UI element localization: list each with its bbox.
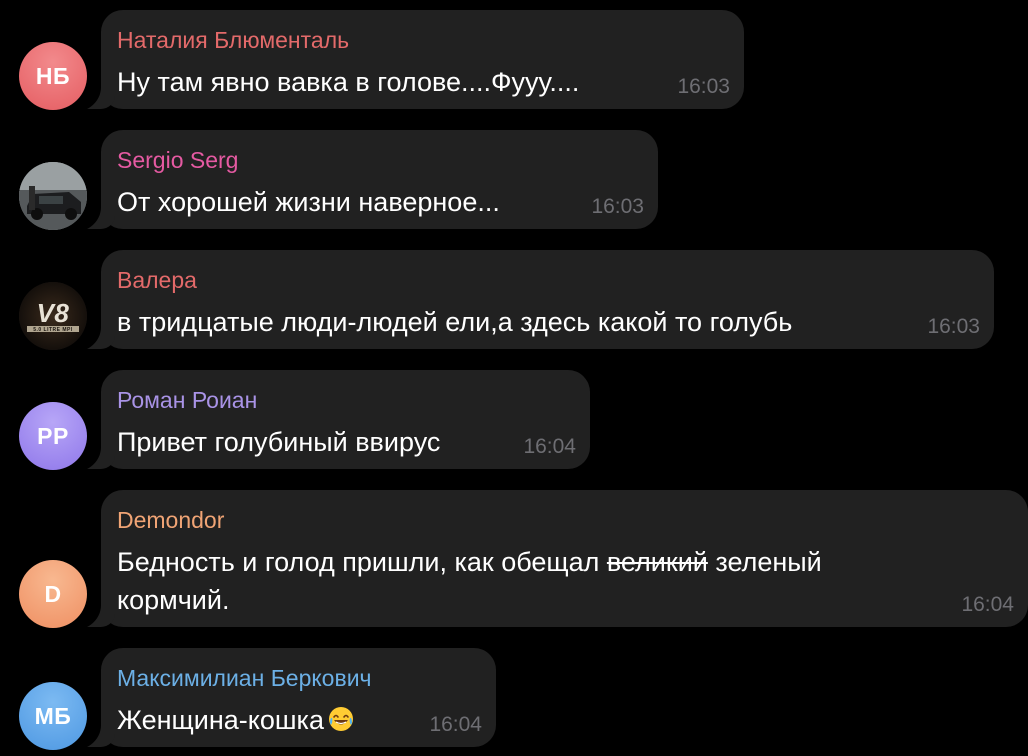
message-time: 16:04 <box>961 593 1014 616</box>
message-time: 16:03 <box>677 75 730 98</box>
text-segment: кормчий. <box>117 585 230 615</box>
message-bubble[interactable]: Sergio Serg От хорошей жизни наверное...… <box>101 130 658 229</box>
message-bubble[interactable]: Роман Роиан Привет голубиный ввирус 16:0… <box>101 370 590 469</box>
message-bubble[interactable]: Наталия Блюменталь Ну там явно вавка в г… <box>101 10 744 109</box>
strikethrough-text: великий <box>606 547 708 577</box>
text-segment: Женщина-кошка <box>117 705 324 735</box>
message-bubble[interactable]: Валера в тридцатые люди-людей ели,а здес… <box>101 250 994 349</box>
avatar[interactable]: D <box>19 560 87 628</box>
sender-name[interactable]: Валера <box>117 266 978 294</box>
svg-text:5.0 LITRE MPI: 5.0 LITRE MPI <box>33 327 73 333</box>
avatar-initials: D <box>44 580 62 607</box>
sender-name[interactable]: Demondor <box>117 506 1012 534</box>
message-time: 16:03 <box>591 195 644 218</box>
sender-name[interactable]: Максимилиан Беркович <box>117 664 480 692</box>
message-bubble[interactable]: Demondor Бедность и голод пришли, как об… <box>101 490 1028 627</box>
message-text: Бедность и голод пришли, как обещал вели… <box>117 543 1012 619</box>
svg-text:V8: V8 <box>37 298 70 328</box>
message-text: в тридцатые люди-людей ели,а здесь какой… <box>117 307 793 337</box>
message-time: 16:04 <box>429 713 482 736</box>
message-text: Ну там явно вавка в голове....Фууу.... <box>117 67 580 97</box>
message-bubble[interactable]: Максимилиан Беркович Женщина-кошка 16:04 <box>101 648 496 747</box>
avatar[interactable] <box>19 162 87 230</box>
avatar-initials: РР <box>37 422 69 449</box>
message-text: От хорошей жизни наверное... <box>117 187 500 217</box>
avatar-initials: МБ <box>34 702 72 729</box>
avatar[interactable]: НБ <box>19 42 87 110</box>
message-time: 16:04 <box>523 435 576 458</box>
avatar[interactable]: МБ <box>19 682 87 750</box>
sender-name[interactable]: Sergio Serg <box>117 146 642 174</box>
message-text: Женщина-кошка <box>117 701 480 739</box>
sender-name[interactable]: Роман Роиан <box>117 386 574 414</box>
chat-history[interactable]: НБ Наталия Блюменталь Ну там явно вавка … <box>0 0 1028 756</box>
text-segment: зеленый <box>707 547 822 577</box>
sender-name[interactable]: Наталия Блюменталь <box>117 26 728 54</box>
v8-logo-avatar: V8 5.0 LITRE MPI <box>19 282 87 350</box>
car-photo-avatar <box>19 162 87 230</box>
avatar-initials: НБ <box>35 62 71 89</box>
message-text: Привет голубиный ввирус <box>117 427 441 457</box>
avatar[interactable]: РР <box>19 402 87 470</box>
face-with-tears-of-joy-icon <box>328 707 353 731</box>
message-time: 16:03 <box>927 315 980 338</box>
text-segment: Бедность и голод пришли, как обещал <box>117 547 607 577</box>
avatar[interactable]: V8 5.0 LITRE MPI <box>19 282 87 350</box>
